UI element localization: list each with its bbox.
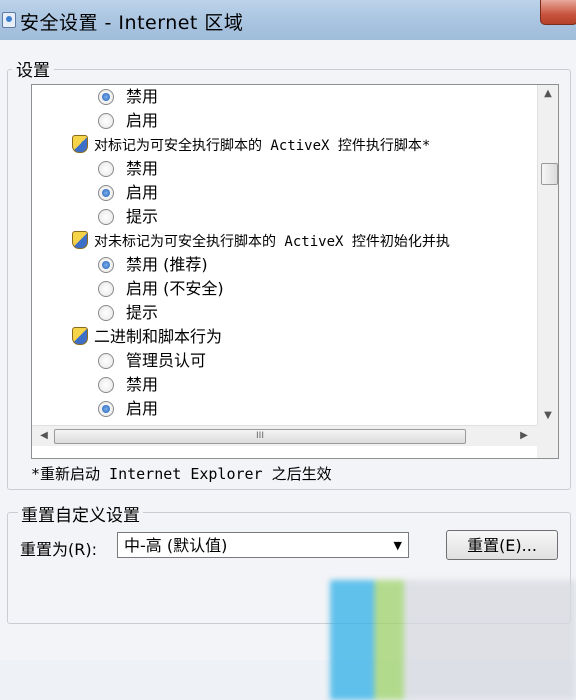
option-row[interactable]: 启用 xyxy=(98,397,158,421)
radio-unselected[interactable] xyxy=(98,112,114,129)
scroll-right-icon[interactable]: ▶ xyxy=(514,427,534,445)
scroll-down-icon[interactable]: ▼ xyxy=(538,407,558,425)
security-settings-dialog: 设置 禁用 启用 对标记为可安全执行脚本的 ActiveX 控件执行脚本* 禁用… xyxy=(0,40,576,700)
option-row[interactable]: 管理员认可 xyxy=(98,349,206,373)
option-label: 启用 (不安全) xyxy=(126,279,224,298)
close-button[interactable] xyxy=(540,0,576,25)
option-label: 禁用 xyxy=(126,159,159,178)
horizontal-scrollbar[interactable]: ◀ III ▶ xyxy=(32,425,537,446)
title-bar: 安全设置 - Internet 区域 xyxy=(0,0,576,40)
security-level-dropdown[interactable]: 中-高 (默认值) ▼ xyxy=(117,532,409,558)
option-label: 禁用 xyxy=(126,375,159,394)
settings-group-label: 设置 xyxy=(12,56,54,81)
radio-selected[interactable] xyxy=(98,88,114,105)
scroll-up-icon[interactable]: ▲ xyxy=(538,85,558,103)
settings-tree[interactable]: 禁用 启用 对标记为可安全执行脚本的 ActiveX 控件执行脚本* 禁用 启用… xyxy=(31,84,559,459)
radio-unselected[interactable] xyxy=(98,280,114,297)
option-label: 管理员认可 xyxy=(126,351,207,370)
option-row[interactable]: 禁用 xyxy=(98,373,158,397)
option-row[interactable]: 启用 xyxy=(98,109,158,133)
option-label: 启用 xyxy=(126,399,159,418)
radio-unselected[interactable] xyxy=(98,208,114,225)
radio-unselected[interactable] xyxy=(98,304,114,321)
option-row[interactable]: 提示 xyxy=(98,301,158,325)
option-label: 提示 xyxy=(126,207,159,226)
option-row[interactable]: 禁用 (推荐) xyxy=(98,253,208,277)
radio-selected[interactable] xyxy=(98,400,114,417)
option-label: 启用 xyxy=(126,111,159,130)
scroll-left-icon[interactable]: ◀ xyxy=(34,427,54,445)
option-row[interactable]: 禁用 xyxy=(98,85,158,109)
option-label: 启用 xyxy=(126,183,159,202)
category-row: 对标记为可安全执行脚本的 ActiveX 控件执行脚本* xyxy=(72,133,430,157)
script-settings-icon xyxy=(72,230,88,249)
radio-unselected[interactable] xyxy=(98,352,114,369)
shield-window-icon xyxy=(2,12,16,28)
category-label: 二进制和脚本行为 xyxy=(94,327,223,346)
scrollbar-corner xyxy=(537,425,558,458)
chevron-down-icon: ▼ xyxy=(393,539,402,552)
vertical-scrollbar[interactable]: ▲ ▼ xyxy=(537,85,558,425)
security-level-value: 中-高 (默认值) xyxy=(124,536,228,555)
radio-selected[interactable] xyxy=(98,184,114,201)
category-row: 二进制和脚本行为 xyxy=(72,325,222,349)
option-row[interactable]: 启用 xyxy=(98,181,158,205)
option-row[interactable]: 禁用 xyxy=(98,157,158,181)
blurred-overlay xyxy=(330,580,576,700)
reset-button[interactable]: 重置(E)... xyxy=(446,530,558,560)
radio-unselected[interactable] xyxy=(98,376,114,393)
category-label: 对标记为可安全执行脚本的 ActiveX 控件执行脚本* xyxy=(94,138,431,154)
window-title: 安全设置 - Internet 区域 xyxy=(20,12,244,34)
option-row[interactable]: 启用 (不安全) xyxy=(98,277,224,301)
option-row[interactable]: 提示 xyxy=(98,205,158,229)
script-settings-icon xyxy=(72,326,88,345)
radio-selected[interactable] xyxy=(98,256,114,273)
reset-to-label: 重置为(R): xyxy=(20,540,97,559)
vertical-scroll-thumb[interactable] xyxy=(541,163,558,185)
reset-group-label: 重置自定义设置 xyxy=(18,501,143,526)
option-label: 禁用 xyxy=(126,87,159,106)
category-row: 对未标记为可安全执行脚本的 ActiveX 控件初始化并执 xyxy=(72,229,450,253)
horizontal-scroll-thumb[interactable]: III xyxy=(54,429,466,444)
option-label: 禁用 (推荐) xyxy=(126,255,208,274)
option-label: 提示 xyxy=(126,303,159,322)
restart-note: *重新启动 Internet Explorer 之后生效 xyxy=(31,465,332,483)
radio-unselected[interactable] xyxy=(98,160,114,177)
category-label: 对未标记为可安全执行脚本的 ActiveX 控件初始化并执 xyxy=(94,234,450,250)
script-settings-icon xyxy=(72,134,88,153)
